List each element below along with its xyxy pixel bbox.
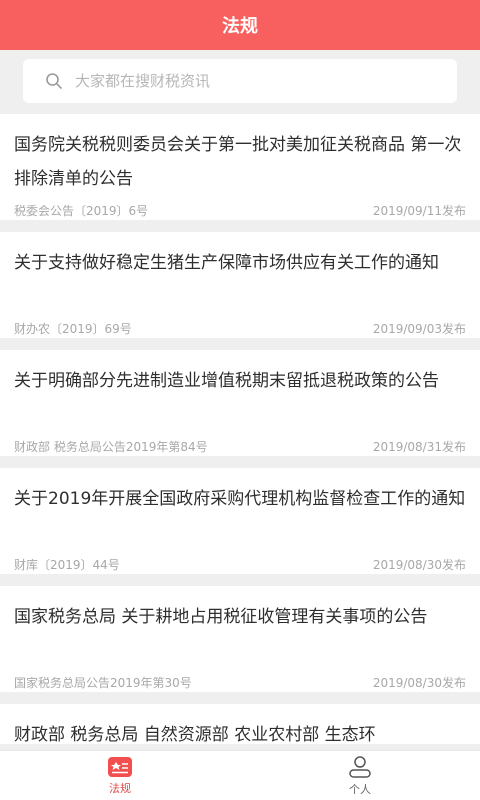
article-meta: 财库〔2019〕44号 2019/08/30发布 [14, 556, 466, 573]
article-date: 2019/08/30发布 [372, 558, 466, 572]
article-item[interactable]: 关于明确部分先进制造业增值税期末留抵退税政策的公告 财政部 税务总局公告2019… [0, 350, 480, 456]
tab-law[interactable]: 法规 [0, 751, 240, 800]
app-header: 法规 [0, 0, 480, 50]
article-source: 财库〔2019〕44号 [14, 558, 120, 572]
article-item[interactable]: 关于2019年开展全国政府采购代理机构监督检查工作的通知 财库〔2019〕44号… [0, 468, 480, 574]
article-title: 国务院关税税则委员会关于第一批对美加征关税商品 第一次排除清单的公告 [14, 135, 462, 189]
article-item[interactable]: 关于支持做好稳定生猪生产保障市场供应有关工作的通知 财办农〔2019〕69号 2… [0, 232, 480, 338]
article-item[interactable]: 国家税务总局 关于耕地占用税征收管理有关事项的公告 国家税务总局公告2019年第… [0, 586, 480, 692]
article-meta: 国家税务总局公告2019年第30号 2019/08/30发布 [14, 674, 466, 691]
article-date: 2019/08/31发布 [372, 440, 466, 454]
bottom-tab-bar: 法规 个人 [0, 750, 480, 800]
search-icon [46, 73, 62, 89]
article-list: 国务院关税税则委员会关于第一批对美加征关税商品 第一次排除清单的公告 税委会公告… [0, 114, 480, 756]
person-icon [349, 755, 371, 778]
article-title: 关于明确部分先进制造业增值税期末留抵退税政策的公告 [14, 371, 439, 391]
article-item[interactable]: 财政部 税务总局 自然资源部 农业农村部 生态环 [0, 704, 480, 745]
article-title: 国家税务总局 关于耕地占用税征收管理有关事项的公告 [14, 607, 428, 627]
article-meta: 税委会公告〔2019〕6号 2019/09/11发布 [14, 202, 466, 219]
search-input[interactable] [75, 72, 415, 90]
search-bar[interactable] [23, 59, 457, 103]
article-source: 财政部 税务总局公告2019年第84号 [14, 440, 208, 454]
article-source: 税委会公告〔2019〕6号 [14, 204, 149, 218]
search-bar-container [0, 50, 480, 114]
tab-personal[interactable]: 个人 [240, 751, 480, 800]
article-date: 2019/08/30发布 [372, 676, 466, 690]
law-icon [108, 756, 132, 777]
article-source: 国家税务总局公告2019年第30号 [14, 676, 192, 690]
page-title: 法规 [222, 16, 258, 37]
article-title: 关于支持做好稳定生猪生产保障市场供应有关工作的通知 [14, 253, 439, 273]
article-meta: 财办农〔2019〕69号 2019/09/03发布 [14, 320, 466, 337]
tab-label: 个人 [349, 782, 371, 796]
article-date: 2019/09/11发布 [372, 204, 466, 218]
article-source: 财办农〔2019〕69号 [14, 322, 132, 336]
article-item[interactable]: 国务院关税税则委员会关于第一批对美加征关税商品 第一次排除清单的公告 税委会公告… [0, 114, 480, 220]
article-title: 关于2019年开展全国政府采购代理机构监督检查工作的通知 [14, 489, 466, 509]
tab-label: 法规 [109, 781, 131, 795]
article-date: 2019/09/03发布 [372, 322, 466, 336]
article-meta: 财政部 税务总局公告2019年第84号 2019/08/31发布 [14, 438, 466, 455]
